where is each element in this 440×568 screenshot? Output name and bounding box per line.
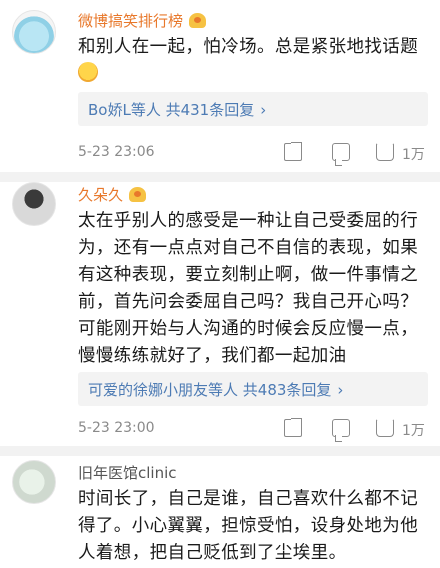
username-link[interactable]: 旧年医馆clinic xyxy=(78,464,177,482)
comment-text: 太在乎别人的感受是一种让自己受委屈的行为，还有一点点对自己不自信的表现，如果有这… xyxy=(78,211,419,366)
like-count: 1万 xyxy=(402,423,425,439)
vip-crown-icon xyxy=(129,187,147,202)
username[interactable]: 久朵久 xyxy=(78,184,147,205)
avatar[interactable] xyxy=(12,460,56,504)
comment-icon[interactable] xyxy=(332,143,350,166)
username-link[interactable]: 微博搞笑排行榜 xyxy=(78,12,183,30)
chevron-right-icon: › xyxy=(337,381,344,399)
like-count: 1万 xyxy=(402,147,425,163)
comment-text: 时间长了，自己是谁，自己喜欢什么都不记得了。小心翼翼，担惊受怕，设身处地为他人着… xyxy=(78,489,419,563)
username[interactable]: 旧年医馆clinic xyxy=(78,462,177,483)
replies-text: 可爱的徐娜小朋友等人 共483条回复 xyxy=(88,381,332,399)
timestamp: 5-23 23:06 xyxy=(78,144,155,160)
replies-text: Bo娇L等人 共431条回复 xyxy=(88,101,255,119)
replies-link[interactable]: 可爱的徐娜小朋友等人 共483条回复 › xyxy=(78,372,428,406)
username[interactable]: 微博搞笑排行榜 xyxy=(78,10,207,31)
comment-item: 旧年医馆clinic 时间长了，自己是谁，自己喜欢什么都不记得了。小心翼翼，担惊… xyxy=(0,456,440,568)
comment-icon[interactable] xyxy=(332,419,350,442)
comment-meta: 5-23 23:06 1万 xyxy=(78,142,428,166)
timestamp: 5-23 23:00 xyxy=(78,420,155,436)
thumbs-up-icon[interactable] xyxy=(376,419,394,437)
comment-item: 微博搞笑排行榜 和别人在一起，怕冷场。总是紧张地找话题 Bo娇L等人 共431条… xyxy=(0,0,440,172)
comment-text: 和别人在一起，怕冷场。总是紧张地找话题 xyxy=(78,37,419,57)
divider xyxy=(0,446,440,456)
username-link[interactable]: 久朵久 xyxy=(78,186,123,204)
comment-meta: 5-23 23:00 1万 xyxy=(78,418,428,442)
share-icon[interactable] xyxy=(284,418,302,437)
comment-item: 久朵久 太在乎别人的感受是一种让自己受委屈的行为，还有一点点对自己不自信的表现，… xyxy=(0,182,440,442)
avatar[interactable] xyxy=(12,10,56,54)
thumbs-up-icon[interactable] xyxy=(376,143,394,161)
replies-link[interactable]: Bo娇L等人 共431条回复 › xyxy=(78,92,428,126)
vip-crown-icon xyxy=(189,13,207,28)
divider xyxy=(0,172,440,182)
avatar[interactable] xyxy=(12,182,56,226)
share-icon[interactable] xyxy=(284,142,302,161)
chevron-right-icon: › xyxy=(260,101,267,119)
emoji-icon xyxy=(78,62,98,82)
